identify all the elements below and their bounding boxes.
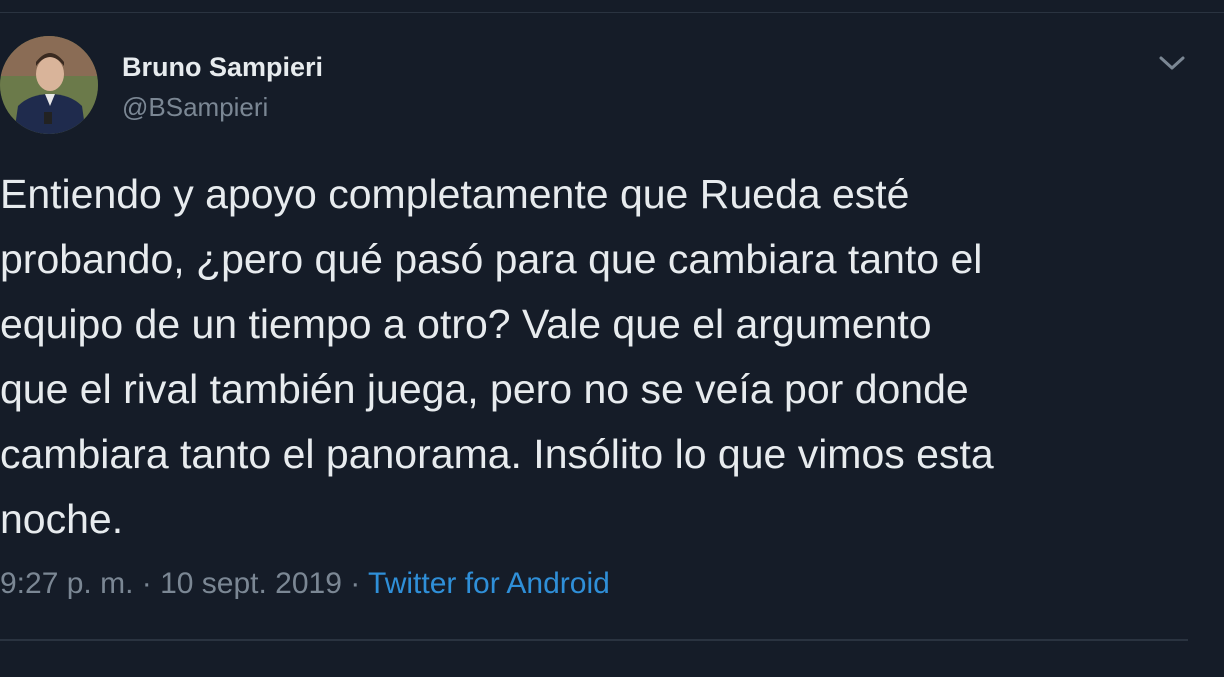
chevron-down-icon[interactable] — [1158, 52, 1186, 74]
avatar-image — [0, 36, 98, 134]
tweet-time[interactable]: 9:27 p. m. — [0, 567, 133, 600]
tweet-card: Bruno Sampieri @BSampieri Entiendo y apo… — [0, 0, 1224, 677]
tweet-text: Entiendo y apoyo completamente que Rueda… — [0, 162, 1200, 552]
tweet-date[interactable]: 10 sept. 2019 — [160, 567, 342, 600]
tweet-text-line: Entiendo y apoyo completamente que Rueda… — [0, 171, 910, 217]
author-handle[interactable]: @BSampieri — [122, 92, 268, 123]
tweet-source-link[interactable]: Twitter for Android — [368, 567, 610, 600]
top-divider — [0, 12, 1224, 13]
tweet-text-line: noche. — [0, 496, 124, 542]
user-avatar[interactable] — [0, 36, 98, 134]
meta-separator: · — [341, 567, 369, 600]
tweet-text-line: probando, ¿pero qué pasó para que cambia… — [0, 236, 983, 282]
tweet-text-line: cambiara tanto el panorama. Insólito lo … — [0, 431, 994, 477]
tweet-meta: 9:27 p. m. · 10 sept. 2019 · Twitter for… — [0, 567, 610, 601]
tweet-text-line: que el rival también juega, pero no se v… — [0, 366, 969, 412]
tweet-text-line: equipo de un tiempo a otro? Vale que el … — [0, 301, 932, 347]
author-display-name[interactable]: Bruno Sampieri — [122, 52, 323, 83]
bottom-divider — [0, 639, 1188, 641]
meta-separator: · — [133, 567, 161, 600]
